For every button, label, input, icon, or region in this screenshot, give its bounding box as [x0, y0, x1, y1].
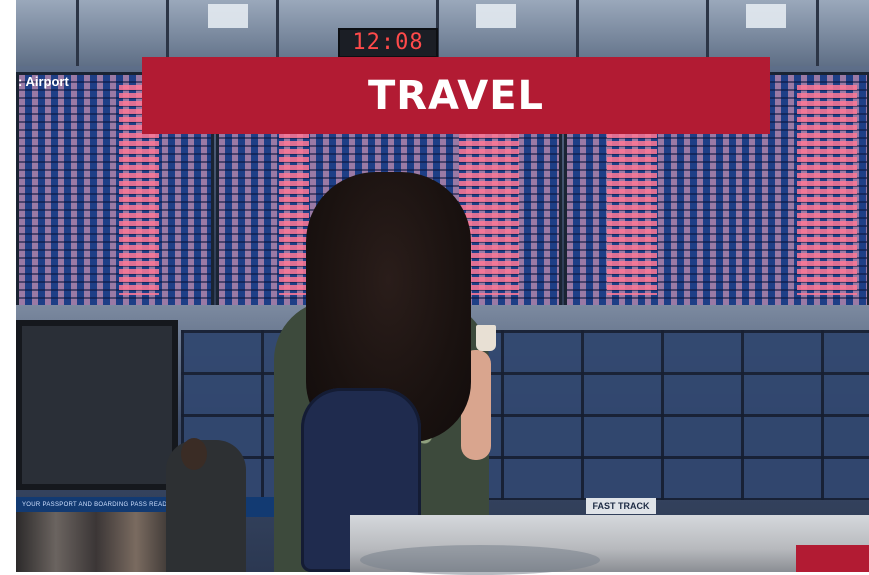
banner-title: TRAVEL [367, 72, 545, 119]
departure-clock: 12:08 [338, 28, 438, 58]
passport-sign-text: YOUR PASSPORT AND BOARDING PASS READY [22, 502, 172, 508]
card-cloud [360, 545, 600, 575]
info-screen [16, 320, 178, 490]
category-banner[interactable]: TRAVEL [142, 57, 770, 134]
fast-track-sign: FAST TRACK [586, 498, 656, 514]
crowd [16, 512, 176, 572]
man-head [181, 438, 207, 470]
info-screen-text: : Airport [18, 74, 69, 89]
coffee-cup [476, 325, 496, 351]
card-accent-block [796, 545, 869, 572]
